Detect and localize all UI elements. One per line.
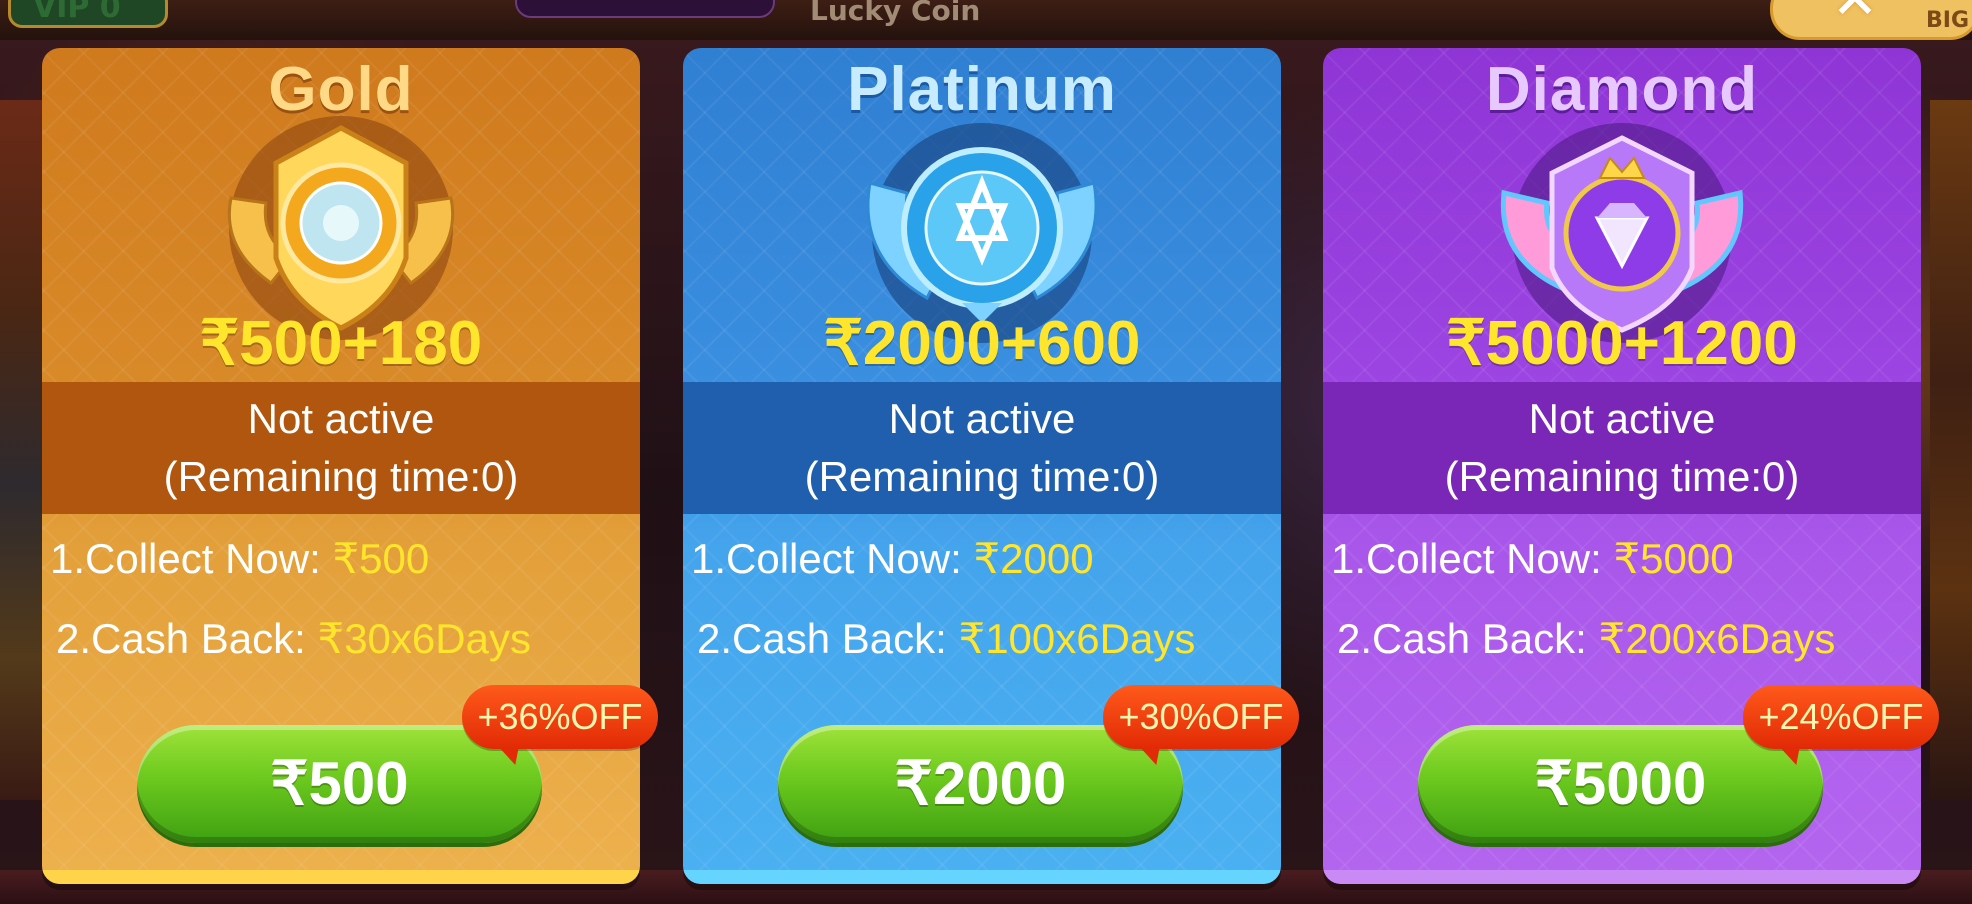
price-text: ₹500+180 [199,309,483,378]
collect-now-line: 1.Collect Now: ₹2000 [691,534,1277,583]
cash-back-line: 2.Cash Back: ₹30x6Days [56,614,636,663]
status-band: Not active (Remaining time:0) [1323,382,1921,514]
remaining-time-text: (Remaining time:0) [163,453,519,500]
collect-now-value: ₹2000 [973,535,1094,582]
collect-now-value: ₹5000 [1613,535,1734,582]
price-text: ₹5000+1200 [1446,309,1798,378]
collect-now-line: 1.Collect Now: ₹5000 [1331,534,1917,583]
remaining-time-text: (Remaining time:0) [1444,453,1800,500]
status-band: Not active (Remaining time:0) [683,382,1281,514]
background-right-strip [1930,100,1972,800]
lucky-coin-label: Lucky Coin [810,0,981,27]
cash-back-value: ₹200x6Days [1598,615,1836,662]
cash-back-label: 2.Cash Back: [56,615,318,662]
remaining-time-text: (Remaining time:0) [804,453,1160,500]
collect-now-value: ₹500 [332,535,430,582]
top-pill [515,0,775,18]
cash-back-value: ₹30x6Days [317,615,531,662]
cash-back-line: 2.Cash Back: ₹200x6Days [1337,614,1917,663]
collect-now-label: 1.Collect Now: [691,535,974,582]
collect-now-line: 1.Collect Now: ₹500 [50,534,636,583]
platinum-card: Not active (Remaining time:0) Platinum ₹… [683,48,1299,884]
gold-card: Not active (Remaining time:0) Gold ₹500+… [42,48,658,884]
cash-back-value: ₹100x6Days [958,615,1196,662]
close-icon[interactable]: ✕ [1820,0,1890,28]
collect-now-label: 1.Collect Now: [50,535,333,582]
price-text: ₹2000+600 [823,309,1141,378]
discount-badge: +36%OFF [462,685,658,749]
vip-chip: VIP 0 [8,0,168,28]
discount-badge: +30%OFF [1103,685,1299,749]
status-band: Not active (Remaining time:0) [42,382,640,514]
card-bottom-line [1323,870,1921,884]
top-bar [0,0,1972,40]
diamond-card: Not active (Remaining time:0) Diamond ₹5… [1323,48,1939,884]
status-text: Not active [1528,395,1716,442]
background-left-strip [0,100,42,800]
card-bottom-line [683,870,1281,884]
cash-back-label: 2.Cash Back: [1337,615,1599,662]
status-text: Not active [888,395,1076,442]
collect-now-label: 1.Collect Now: [1331,535,1614,582]
cash-back-label: 2.Cash Back: [697,615,959,662]
status-text: Not active [247,395,435,442]
card-bottom-line [42,870,640,884]
cash-back-line: 2.Cash Back: ₹100x6Days [697,614,1277,663]
discount-badge: +24%OFF [1743,685,1939,749]
